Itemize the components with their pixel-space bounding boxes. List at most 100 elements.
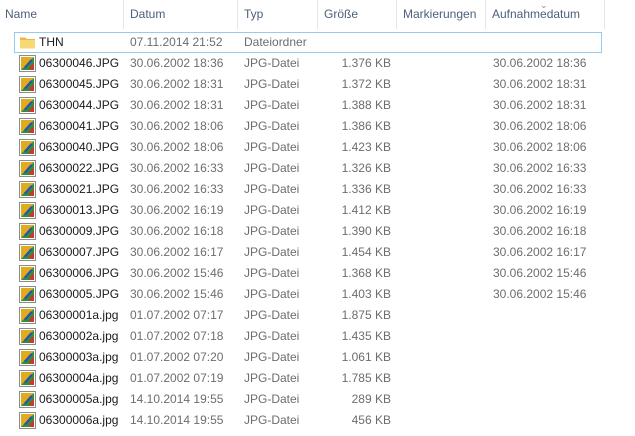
- jpg-file-icon: [19, 307, 36, 324]
- file-type: JPG-Datei: [244, 413, 300, 427]
- column-header-name[interactable]: Name: [0, 0, 124, 29]
- file-name: 06300009.JPG: [39, 224, 120, 238]
- file-row[interactable]: 06300022.JPG 30.06.2002 16:33 JPG-Datei …: [0, 158, 635, 179]
- jpg-file-icon: [19, 97, 36, 114]
- jpg-file-icon: [19, 391, 36, 408]
- file-date: 30.06.2002 18:31: [130, 98, 224, 112]
- file-row[interactable]: 06300006a.jpg 14.10.2014 19:55 JPG-Datei…: [0, 410, 635, 431]
- file-row[interactable]: 06300006.JPG 30.06.2002 15:46 JPG-Datei …: [0, 263, 635, 284]
- file-row[interactable]: 06300003a.jpg 01.07.2002 07:20 JPG-Datei…: [0, 347, 635, 368]
- jpg-file-icon: [19, 118, 36, 135]
- jpg-file-icon: [19, 412, 36, 429]
- file-date: 30.06.2002 18:06: [130, 140, 224, 154]
- file-type: JPG-Datei: [244, 371, 300, 385]
- file-type: JPG-Datei: [244, 161, 300, 175]
- file-row[interactable]: 06300013.JPG 30.06.2002 16:19 JPG-Datei …: [0, 200, 635, 221]
- file-type: JPG-Datei: [244, 224, 300, 238]
- file-type: JPG-Datei: [244, 140, 300, 154]
- file-date: 30.06.2002 15:46: [130, 266, 224, 280]
- file-type: JPG-Datei: [244, 287, 300, 301]
- file-size: 1.875 KB: [341, 308, 391, 322]
- file-date: 30.06.2002 15:46: [130, 287, 224, 301]
- file-type: JPG-Datei: [244, 203, 300, 217]
- column-divider[interactable]: [396, 0, 397, 29]
- file-date: 30.06.2002 16:33: [130, 182, 224, 196]
- jpg-file-icon: [19, 370, 36, 387]
- column-header-name-label: Name: [5, 7, 38, 21]
- file-size: 1.435 KB: [341, 329, 391, 343]
- file-row[interactable]: 06300021.JPG 30.06.2002 16:33 JPG-Datei …: [0, 179, 635, 200]
- file-list: THN 07.11.2014 21:52 Dateiordner 0630004…: [0, 32, 635, 431]
- file-type: JPG-Datei: [244, 308, 300, 322]
- file-name: 06300001a.jpg: [39, 308, 119, 322]
- file-date-taken: 30.06.2002 16:33: [493, 161, 587, 175]
- file-row[interactable]: 06300009.JPG 30.06.2002 16:18 JPG-Datei …: [0, 221, 635, 242]
- file-date: 14.10.2014 19:55: [130, 392, 224, 406]
- file-row[interactable]: THN 07.11.2014 21:52 Dateiordner: [14, 32, 602, 53]
- file-size: 1.390 KB: [341, 224, 391, 238]
- file-date-taken: 30.06.2002 16:17: [493, 245, 587, 259]
- column-header-date-label: Datum: [130, 7, 166, 21]
- file-name: 06300005.JPG: [39, 287, 120, 301]
- file-type: JPG-Datei: [244, 266, 300, 280]
- file-row[interactable]: 06300004a.jpg 01.07.2002 07:19 JPG-Datei…: [0, 368, 635, 389]
- column-header-date[interactable]: Datum: [125, 0, 238, 29]
- jpg-file-icon: [19, 223, 36, 240]
- file-name: THN: [39, 35, 64, 49]
- file-name: 06300045.JPG: [39, 77, 120, 91]
- column-divider[interactable]: [317, 0, 318, 29]
- file-size: 1.423 KB: [341, 140, 391, 154]
- file-name: 06300003a.jpg: [39, 350, 119, 364]
- column-divider[interactable]: [485, 0, 486, 29]
- column-header-bar: Name Datum Typ Größe Markierungen Aufnah…: [0, 0, 635, 29]
- file-date-taken: 30.06.2002 18:36: [493, 56, 587, 70]
- file-size: [334, 32, 405, 53]
- file-type: JPG-Datei: [244, 245, 300, 259]
- jpg-file-icon: [19, 76, 36, 93]
- file-date-taken: 30.06.2002 18:31: [493, 98, 587, 112]
- file-date: 01.07.2002 07:19: [130, 371, 224, 385]
- file-size: 1.412 KB: [341, 203, 391, 217]
- file-type: JPG-Datei: [244, 392, 300, 406]
- file-size: 1.386 KB: [341, 119, 391, 133]
- file-type: JPG-Datei: [244, 77, 300, 91]
- file-date: 01.07.2002 07:18: [130, 329, 224, 343]
- file-size: 289 KB: [351, 392, 391, 406]
- file-size: 1.336 KB: [341, 182, 391, 196]
- file-name: 06300040.JPG: [39, 140, 120, 154]
- file-row[interactable]: 06300045.JPG 30.06.2002 18:31 JPG-Datei …: [0, 74, 635, 95]
- file-row[interactable]: 06300046.JPG 30.06.2002 18:36 JPG-Datei …: [0, 53, 635, 74]
- file-row[interactable]: 06300041.JPG 30.06.2002 18:06 JPG-Datei …: [0, 116, 635, 137]
- file-name: 06300013.JPG: [39, 203, 120, 217]
- file-type: JPG-Datei: [244, 119, 300, 133]
- file-type: JPG-Datei: [244, 329, 300, 343]
- jpg-file-icon: [19, 286, 36, 303]
- column-divider[interactable]: [604, 0, 605, 29]
- jpg-file-icon: [19, 181, 36, 198]
- column-header-size[interactable]: Größe: [319, 0, 397, 29]
- file-row[interactable]: 06300005.JPG 30.06.2002 15:46 JPG-Datei …: [0, 284, 635, 305]
- file-date: 07.11.2014 21:52: [130, 35, 223, 49]
- column-header-tags[interactable]: Markierungen: [398, 0, 486, 29]
- column-header-taken-label: Aufnahmedatum: [492, 7, 581, 21]
- column-divider[interactable]: [237, 0, 238, 29]
- file-row[interactable]: 06300040.JPG 30.06.2002 18:06 JPG-Datei …: [0, 137, 635, 158]
- file-date: 01.07.2002 07:20: [130, 350, 224, 364]
- column-header-type[interactable]: Typ: [239, 0, 318, 29]
- jpg-file-icon: [19, 160, 36, 177]
- jpg-file-icon: [19, 139, 36, 156]
- file-row[interactable]: 06300001a.jpg 01.07.2002 07:17 JPG-Datei…: [0, 305, 635, 326]
- file-size: 1.376 KB: [341, 56, 391, 70]
- file-type: JPG-Datei: [244, 56, 300, 70]
- file-row[interactable]: 06300044.JPG 30.06.2002 18:31 JPG-Datei …: [0, 95, 635, 116]
- file-row[interactable]: 06300005a.jpg 14.10.2014 19:55 JPG-Datei…: [0, 389, 635, 410]
- file-row[interactable]: 06300007.JPG 30.06.2002 16:17 JPG-Datei …: [0, 242, 635, 263]
- jpg-file-icon: [19, 349, 36, 366]
- file-size: 456 KB: [351, 413, 391, 427]
- file-date: 30.06.2002 16:19: [130, 203, 224, 217]
- file-date: 30.06.2002 16:17: [130, 245, 224, 259]
- file-name: 06300041.JPG: [39, 119, 120, 133]
- jpg-file-icon: [19, 265, 36, 282]
- column-divider[interactable]: [123, 0, 124, 29]
- file-row[interactable]: 06300002a.jpg 01.07.2002 07:18 JPG-Datei…: [0, 326, 635, 347]
